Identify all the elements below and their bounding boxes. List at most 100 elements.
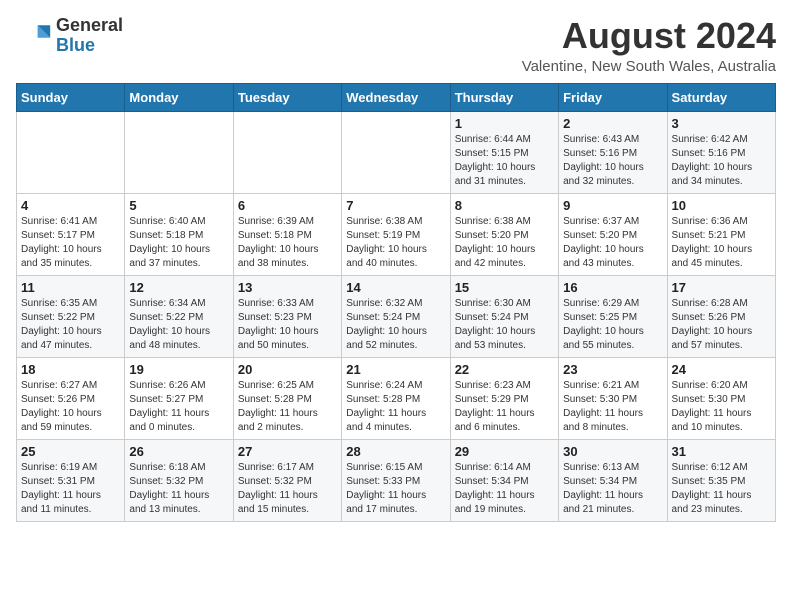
day-info: Sunrise: 6:41 AM Sunset: 5:17 PM Dayligh… [21,215,120,271]
title-section: August 2024 Valentine, New South Wales, … [522,16,776,75]
day-number: 20 [238,362,337,377]
calendar-cell: 4 Sunrise: 6:41 AM Sunset: 5:17 PM Daylig… [17,193,125,275]
day-info: Sunrise: 6:38 AM Sunset: 5:20 PM Dayligh… [455,215,554,271]
day-info: Sunrise: 6:24 AM Sunset: 5:28 PM Dayligh… [346,379,445,435]
day-info: Sunrise: 6:28 AM Sunset: 5:26 PM Dayligh… [672,297,771,353]
calendar-cell: 7 Sunrise: 6:38 AM Sunset: 5:19 PM Daylig… [342,193,450,275]
calendar-body: 1Sunrise: 6:44 AM Sunset: 5:15 PM Daylig… [17,111,776,521]
day-info: Sunrise: 6:38 AM Sunset: 5:19 PM Dayligh… [346,215,445,271]
calendar-cell: 21 Sunrise: 6:24 AM Sunset: 5:28 PM Dayli… [342,357,450,439]
day-info: Sunrise: 6:13 AM Sunset: 5:34 PM Dayligh… [563,461,662,517]
calendar-cell [342,111,450,193]
logo-blue: Blue [56,36,123,56]
calendar-cell: 22 Sunrise: 6:23 AM Sunset: 5:29 PM Dayli… [450,357,558,439]
calendar-table: SundayMondayTuesdayWednesdayThursdayFrid… [16,83,776,522]
calendar-cell: 3 Sunrise: 6:42 AM Sunset: 5:16 PM Daylig… [667,111,775,193]
location: Valentine, New South Wales, Australia [522,58,776,75]
logo: General Blue [16,16,123,56]
day-number: 12 [129,280,228,295]
calendar-cell [233,111,341,193]
day-number: 11 [21,280,120,295]
weekday-row: SundayMondayTuesdayWednesdayThursdayFrid… [17,83,776,111]
calendar-cell: 28Sunrise: 6:15 AM Sunset: 5:33 PM Dayli… [342,439,450,521]
day-info: Sunrise: 6:30 AM Sunset: 5:24 PM Dayligh… [455,297,554,353]
day-number: 8 [455,198,554,213]
calendar-cell [17,111,125,193]
day-number: 14 [346,280,445,295]
weekday-header-sunday: Sunday [17,83,125,111]
day-number: 3 [672,116,771,131]
day-info: Sunrise: 6:33 AM Sunset: 5:23 PM Dayligh… [238,297,337,353]
day-info: Sunrise: 6:40 AM Sunset: 5:18 PM Dayligh… [129,215,228,271]
day-number: 2 [563,116,662,131]
day-info: Sunrise: 6:44 AM Sunset: 5:15 PM Dayligh… [455,133,554,189]
calendar-cell: 29 Sunrise: 6:14 AM Sunset: 5:34 PM Dayli… [450,439,558,521]
calendar-cell: 16Sunrise: 6:29 AM Sunset: 5:25 PM Dayli… [559,275,667,357]
calendar-cell: 19 Sunrise: 6:26 AM Sunset: 5:27 PM Dayli… [125,357,233,439]
day-info: Sunrise: 6:17 AM Sunset: 5:32 PM Dayligh… [238,461,337,517]
day-info: Sunrise: 6:27 AM Sunset: 5:26 PM Dayligh… [21,379,120,435]
day-number: 25 [21,444,120,459]
day-number: 26 [129,444,228,459]
logo-icon [16,18,52,54]
calendar-cell: 20Sunrise: 6:25 AM Sunset: 5:28 PM Dayli… [233,357,341,439]
calendar-cell: 23Sunrise: 6:21 AM Sunset: 5:30 PM Dayli… [559,357,667,439]
calendar-cell: 6Sunrise: 6:39 AM Sunset: 5:18 PM Daylig… [233,193,341,275]
day-number: 4 [21,198,120,213]
weekday-header-saturday: Saturday [667,83,775,111]
calendar-cell: 10 Sunrise: 6:36 AM Sunset: 5:21 PM Dayli… [667,193,775,275]
weekday-header-monday: Monday [125,83,233,111]
day-number: 10 [672,198,771,213]
day-info: Sunrise: 6:43 AM Sunset: 5:16 PM Dayligh… [563,133,662,189]
day-number: 9 [563,198,662,213]
day-number: 17 [672,280,771,295]
calendar-header: SundayMondayTuesdayWednesdayThursdayFrid… [17,83,776,111]
calendar-week-5: 25Sunrise: 6:19 AM Sunset: 5:31 PM Dayli… [17,439,776,521]
calendar-cell: 24 Sunrise: 6:20 AM Sunset: 5:30 PM Dayli… [667,357,775,439]
day-number: 18 [21,362,120,377]
day-number: 6 [238,198,337,213]
day-number: 19 [129,362,228,377]
day-info: Sunrise: 6:14 AM Sunset: 5:34 PM Dayligh… [455,461,554,517]
calendar-cell: 30Sunrise: 6:13 AM Sunset: 5:34 PM Dayli… [559,439,667,521]
weekday-header-thursday: Thursday [450,83,558,111]
weekday-header-friday: Friday [559,83,667,111]
logo-text: General Blue [56,16,123,56]
day-info: Sunrise: 6:34 AM Sunset: 5:22 PM Dayligh… [129,297,228,353]
calendar-cell: 12 Sunrise: 6:34 AM Sunset: 5:22 PM Dayli… [125,275,233,357]
day-number: 22 [455,362,554,377]
day-number: 13 [238,280,337,295]
day-info: Sunrise: 6:23 AM Sunset: 5:29 PM Dayligh… [455,379,554,435]
day-number: 5 [129,198,228,213]
calendar-cell: 13 Sunrise: 6:33 AM Sunset: 5:23 PM Dayli… [233,275,341,357]
weekday-header-wednesday: Wednesday [342,83,450,111]
calendar-cell: 11Sunrise: 6:35 AM Sunset: 5:22 PM Dayli… [17,275,125,357]
day-number: 29 [455,444,554,459]
day-number: 28 [346,444,445,459]
day-info: Sunrise: 6:42 AM Sunset: 5:16 PM Dayligh… [672,133,771,189]
calendar-cell: 8 Sunrise: 6:38 AM Sunset: 5:20 PM Daylig… [450,193,558,275]
day-info: Sunrise: 6:36 AM Sunset: 5:21 PM Dayligh… [672,215,771,271]
day-number: 21 [346,362,445,377]
calendar-cell: 26 Sunrise: 6:18 AM Sunset: 5:32 PM Dayli… [125,439,233,521]
day-info: Sunrise: 6:20 AM Sunset: 5:30 PM Dayligh… [672,379,771,435]
day-number: 7 [346,198,445,213]
calendar-week-1: 1Sunrise: 6:44 AM Sunset: 5:15 PM Daylig… [17,111,776,193]
calendar-cell: 2 Sunrise: 6:43 AM Sunset: 5:16 PM Daylig… [559,111,667,193]
calendar-week-2: 4 Sunrise: 6:41 AM Sunset: 5:17 PM Daylig… [17,193,776,275]
day-number: 27 [238,444,337,459]
calendar-cell: 9Sunrise: 6:37 AM Sunset: 5:20 PM Daylig… [559,193,667,275]
day-number: 24 [672,362,771,377]
page-header: General Blue August 2024 Valentine, New … [16,16,776,75]
calendar-week-3: 11Sunrise: 6:35 AM Sunset: 5:22 PM Dayli… [17,275,776,357]
day-number: 31 [672,444,771,459]
calendar-cell [125,111,233,193]
day-number: 23 [563,362,662,377]
calendar-cell: 14Sunrise: 6:32 AM Sunset: 5:24 PM Dayli… [342,275,450,357]
calendar-cell: 5 Sunrise: 6:40 AM Sunset: 5:18 PM Daylig… [125,193,233,275]
month-year: August 2024 [522,16,776,56]
day-info: Sunrise: 6:26 AM Sunset: 5:27 PM Dayligh… [129,379,228,435]
day-info: Sunrise: 6:12 AM Sunset: 5:35 PM Dayligh… [672,461,771,517]
day-info: Sunrise: 6:18 AM Sunset: 5:32 PM Dayligh… [129,461,228,517]
calendar-cell: 31 Sunrise: 6:12 AM Sunset: 5:35 PM Dayli… [667,439,775,521]
